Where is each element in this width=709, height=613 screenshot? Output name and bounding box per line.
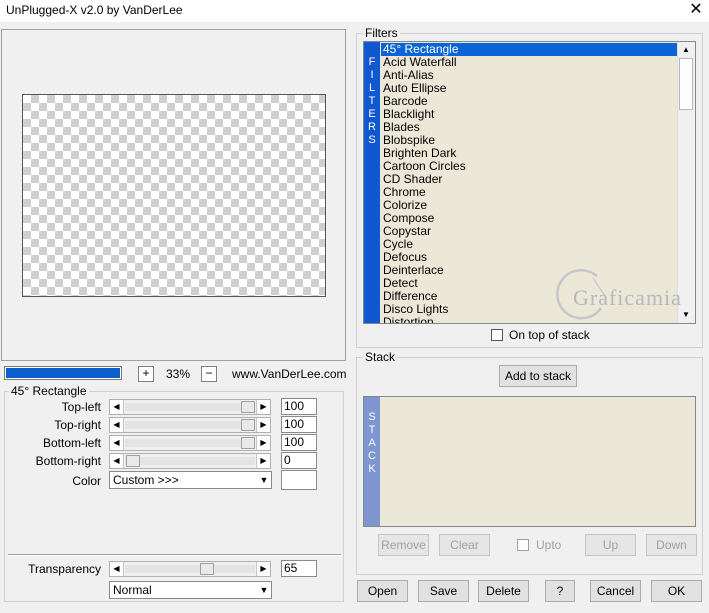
transparency-value-field[interactable]: 65 xyxy=(281,560,317,577)
slider-track[interactable] xyxy=(125,565,255,573)
upto-label: Upto xyxy=(536,538,562,552)
stack-group-label: Stack xyxy=(363,350,398,364)
filters-scrollbar[interactable]: ▲ ▼ xyxy=(677,42,695,323)
zoom-in-button[interactable]: + xyxy=(138,366,154,382)
color-select[interactable]: Custom >>> ▼ xyxy=(109,471,272,489)
slider-label-top-right: Top-right xyxy=(54,418,101,432)
slider-thumb[interactable] xyxy=(241,401,255,413)
clear-button[interactable]: Clear xyxy=(439,534,490,556)
arrow-left-icon[interactable]: ◀ xyxy=(110,436,124,450)
slider-track[interactable] xyxy=(125,421,255,429)
scroll-thumb[interactable] xyxy=(679,58,693,110)
save-button[interactable]: Save xyxy=(418,580,469,602)
filters-vertical-strip: FILTERS xyxy=(364,42,380,323)
filters-strip-letter: S xyxy=(368,134,376,146)
open-button[interactable]: Open xyxy=(357,580,408,602)
chevron-down-icon[interactable]: ▼ xyxy=(256,582,271,598)
zoom-out-button[interactable]: − xyxy=(201,366,217,382)
filters-strip-letter: L xyxy=(368,82,376,94)
filters-strip-letter: F xyxy=(368,56,376,68)
transparency-label: Transparency xyxy=(28,562,101,576)
slider-label-bottom-right: Bottom-right xyxy=(35,454,101,468)
filter-list-item[interactable]: Deinterlace xyxy=(381,264,677,277)
watermark-text: Graficamia xyxy=(573,285,682,310)
scroll-up-icon[interactable]: ▲ xyxy=(678,42,694,58)
arrow-left-icon[interactable]: ◀ xyxy=(110,418,124,432)
transparency-slider[interactable]: ◀ ▶ xyxy=(109,561,271,577)
filters-items: 45° Rectangle Acid Waterfall Anti-Alias Aut… xyxy=(381,43,677,323)
arrow-left-icon[interactable]: ◀ xyxy=(110,400,124,414)
stack-strip-letter: T xyxy=(368,424,376,436)
up-button[interactable]: Up xyxy=(585,534,636,556)
chevron-down-icon[interactable]: ▼ xyxy=(256,472,271,488)
slider-label-top-left: Top-left xyxy=(61,400,101,414)
filters-strip-letter: E xyxy=(368,108,376,120)
help-button[interactable]: ? xyxy=(545,580,575,602)
filters-strip-letter: I xyxy=(370,69,374,81)
down-button[interactable]: Down xyxy=(646,534,697,556)
slider-label-bottom-left: Bottom-left xyxy=(42,436,101,450)
filters-list[interactable]: FILTERS 45° Rectangle Acid Waterfall Anti-… xyxy=(363,41,696,324)
render-progress-bar xyxy=(4,366,122,380)
slider-thumb[interactable] xyxy=(126,455,140,467)
cancel-button[interactable]: Cancel xyxy=(590,580,641,602)
zoom-level: 33% xyxy=(165,367,191,381)
bottom-left-value-field[interactable]: 100 xyxy=(281,434,317,451)
arrow-right-icon[interactable]: ▶ xyxy=(256,454,270,468)
arrow-right-icon[interactable]: ▶ xyxy=(256,436,270,450)
slider-thumb[interactable] xyxy=(241,419,255,431)
stack-vertical-strip: STACK xyxy=(364,397,380,526)
delete-button[interactable]: Delete xyxy=(478,580,529,602)
blend-mode-value: Normal xyxy=(113,583,152,597)
filter-list-item[interactable]: Copystar xyxy=(381,225,677,238)
slider-track[interactable] xyxy=(125,457,255,465)
top-left-value-field[interactable]: 100 xyxy=(281,398,317,415)
stack-strip-letter: K xyxy=(368,463,376,475)
filter-list-item[interactable]: Blacklight xyxy=(381,108,677,121)
on-top-checkbox[interactable] xyxy=(491,329,503,341)
ok-button[interactable]: OK xyxy=(651,580,702,602)
filters-strip-letter: T xyxy=(368,95,376,107)
color-swatch[interactable] xyxy=(281,470,317,490)
window-title: UnPlugged-X v2.0 by VanDerLee xyxy=(6,3,183,17)
slider-track[interactable] xyxy=(125,439,255,447)
add-to-stack-button[interactable]: Add to stack xyxy=(499,365,577,387)
filter-list-item[interactable]: Distortion xyxy=(381,316,677,324)
color-label: Color xyxy=(72,474,101,488)
color-select-value: Custom >>> xyxy=(113,473,179,487)
progress-fill xyxy=(6,368,120,378)
slider-bottom-right[interactable]: ◀ ▶ xyxy=(109,453,271,469)
slider-thumb[interactable] xyxy=(200,563,214,575)
arrow-left-icon[interactable]: ◀ xyxy=(110,454,124,468)
slider-thumb[interactable] xyxy=(241,437,255,449)
slider-track[interactable] xyxy=(125,403,255,411)
bottom-right-value-field[interactable]: 0 xyxy=(281,452,317,469)
slider-top-right[interactable]: ◀ ▶ xyxy=(109,417,271,433)
website-link[interactable]: www.VanDerLee.com xyxy=(232,366,347,382)
stack-strip-letter: A xyxy=(368,437,376,449)
arrow-right-icon[interactable]: ▶ xyxy=(256,400,270,414)
blend-mode-select[interactable]: Normal ▼ xyxy=(109,581,272,599)
top-right-value-field[interactable]: 100 xyxy=(281,416,317,433)
stack-strip-letter: S xyxy=(368,411,376,423)
remove-button[interactable]: Remove xyxy=(378,534,429,556)
arrow-left-icon[interactable]: ◀ xyxy=(110,562,124,576)
arrow-right-icon[interactable]: ▶ xyxy=(256,562,270,576)
preview-canvas[interactable] xyxy=(22,94,326,297)
stack-strip-letter: C xyxy=(368,450,376,462)
arrow-right-icon[interactable]: ▶ xyxy=(256,418,270,432)
filters-strip-letter: R xyxy=(368,121,376,133)
slider-bottom-left[interactable]: ◀ ▶ xyxy=(109,435,271,451)
on-top-label: On top of stack xyxy=(509,328,590,342)
filters-group-label: Filters xyxy=(363,26,400,40)
separator xyxy=(8,554,341,556)
close-icon[interactable]: ✕ xyxy=(683,0,709,22)
stack-list[interactable]: STACK xyxy=(363,396,696,527)
slider-top-left[interactable]: ◀ ▶ xyxy=(109,399,271,415)
parameters-group-label: 45° Rectangle xyxy=(9,384,89,398)
upto-checkbox[interactable] xyxy=(517,539,529,551)
